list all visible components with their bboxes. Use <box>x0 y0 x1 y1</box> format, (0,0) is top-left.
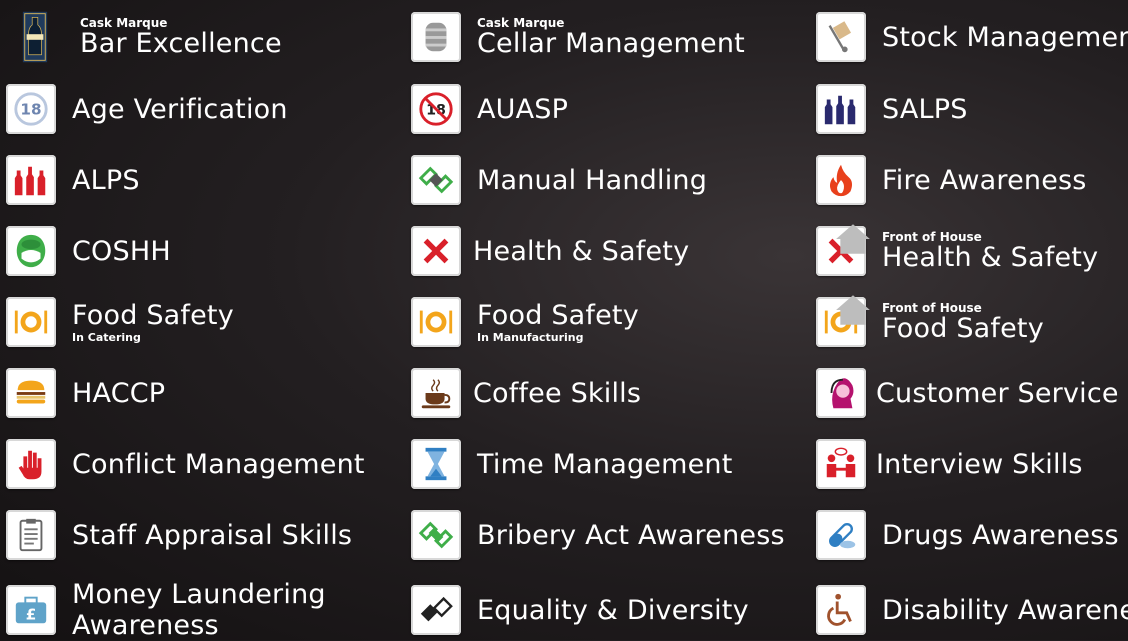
red-cross-icon <box>816 224 870 276</box>
course-title: Fire Awareness <box>882 164 1087 196</box>
course-equality-and-diversity[interactable]: Equality & Diversity <box>411 580 749 640</box>
course-title: Staff Appraisal Skills <box>72 519 353 551</box>
flame-icon <box>816 155 866 205</box>
course-alps[interactable]: ALPS <box>6 150 140 210</box>
course-time-management[interactable]: Time Management <box>411 434 733 494</box>
course-title: Coffee Skills <box>473 377 642 409</box>
course-title: SALPS <box>882 93 968 125</box>
hand-truck-icon <box>816 12 866 62</box>
course-coffee-skills[interactable]: Coffee Skills <box>411 363 641 423</box>
handshake-icon <box>411 585 461 635</box>
burger-icon <box>6 368 56 418</box>
coffee-cup-icon <box>411 368 461 418</box>
course-food-safety-manufacturing[interactable]: Food Safety In Manufacturing <box>411 292 639 352</box>
course-title: Equality & Diversity <box>477 594 749 626</box>
course-coshh[interactable]: COSHH <box>6 221 171 281</box>
svg-text:18: 18 <box>20 101 41 119</box>
pills-icon <box>816 510 866 560</box>
blue-bottles-icon <box>816 84 866 134</box>
stop-hand-icon <box>6 439 56 489</box>
mask-face-icon <box>6 226 56 276</box>
course-title: Stock Management <box>882 21 1128 53</box>
course-title: Time Management <box>477 448 733 480</box>
course-fire-awareness[interactable]: Fire Awareness <box>816 150 1087 210</box>
course-foh-food-safety[interactable]: Front of House Food Safety <box>816 292 1044 352</box>
course-title: COSHH <box>72 235 171 267</box>
course-salps[interactable]: SALPS <box>816 79 968 139</box>
course-stock-management[interactable]: Stock Management <box>816 7 1128 67</box>
course-title: Money Laundering Awareness <box>72 578 326 641</box>
money-handshake-icon <box>411 510 461 560</box>
house-icon <box>836 224 870 254</box>
course-title: Bribery Act Awareness <box>477 519 785 551</box>
course-title: Customer Service <box>876 377 1119 409</box>
course-title: Food Safety <box>477 299 639 331</box>
course-foh-health-and-safety[interactable]: Front of House Health & Safety <box>816 221 1098 281</box>
hourglass-icon <box>411 439 461 489</box>
house-icon <box>836 295 870 325</box>
red-cross-icon <box>411 226 461 276</box>
course-title: HACCP <box>72 377 166 409</box>
course-title: Interview Skills <box>876 448 1083 480</box>
course-title: Manual Handling <box>477 164 708 196</box>
plate-cutlery-icon <box>816 295 870 347</box>
course-cellar-management[interactable]: Cask Marque Cellar Management <box>411 7 745 67</box>
course-manual-handling[interactable]: Manual Handling <box>411 150 707 210</box>
course-health-and-safety[interactable]: Health & Safety <box>411 221 689 281</box>
wheelchair-icon <box>816 585 866 635</box>
course-bribery-act-awareness[interactable]: Bribery Act Awareness <box>411 505 785 565</box>
course-title: Disability Awareness <box>882 594 1128 626</box>
cask-marque-logo-icon <box>6 11 64 63</box>
course-food-safety-catering[interactable]: Food Safety In Catering <box>6 292 234 352</box>
course-age-verification[interactable]: 18 Age Verification <box>6 79 288 139</box>
course-title: Conflict Management <box>72 448 365 480</box>
course-staff-appraisal-skills[interactable]: Staff Appraisal Skills <box>6 505 352 565</box>
course-title: Food Safety <box>882 313 1044 344</box>
course-bar-excellence[interactable]: Cask Marque Bar Excellence <box>6 7 282 67</box>
interview-icon <box>816 439 866 489</box>
keg-icon <box>411 12 461 62</box>
plate-cutlery-icon <box>6 297 56 347</box>
course-customer-service[interactable]: Customer Service <box>816 363 1119 423</box>
lifting-hands-icon <box>411 155 461 205</box>
course-money-laundering-awareness[interactable]: £ Money Laundering Awareness <box>6 578 332 641</box>
course-auasp[interactable]: 18 AUASP <box>411 79 568 139</box>
course-title: Food Safety <box>72 299 234 331</box>
course-title: Drugs Awareness <box>882 519 1119 551</box>
age-18-icon: 18 <box>6 84 56 134</box>
clipboard-icon <box>6 510 56 560</box>
course-grid: Cask Marque Bar Excellence 18 Age Verifi… <box>0 0 1128 641</box>
pound-briefcase-icon: £ <box>6 585 56 635</box>
no-under-18-icon: 18 <box>411 84 461 134</box>
plate-cutlery-icon <box>411 297 461 347</box>
course-interview-skills[interactable]: Interview Skills <box>816 434 1083 494</box>
headset-person-icon <box>816 368 866 418</box>
course-drugs-awareness[interactable]: Drugs Awareness <box>816 505 1119 565</box>
course-conflict-management[interactable]: Conflict Management <box>6 434 365 494</box>
course-title: Health & Safety <box>473 235 690 267</box>
course-title: Age Verification <box>72 93 288 125</box>
course-subtitle: In Catering <box>72 330 141 344</box>
course-title: Bar Excellence <box>80 28 282 59</box>
course-title: ALPS <box>72 164 140 196</box>
course-haccp[interactable]: HACCP <box>6 363 165 423</box>
red-bottles-icon <box>6 155 56 205</box>
course-subtitle: In Manufacturing <box>477 330 584 344</box>
course-title: Health & Safety <box>882 242 1099 273</box>
course-disability-awareness[interactable]: Disability Awareness <box>816 580 1128 640</box>
svg-text:£: £ <box>26 606 37 624</box>
course-title: Cellar Management <box>477 28 745 59</box>
course-title: AUASP <box>477 93 569 125</box>
